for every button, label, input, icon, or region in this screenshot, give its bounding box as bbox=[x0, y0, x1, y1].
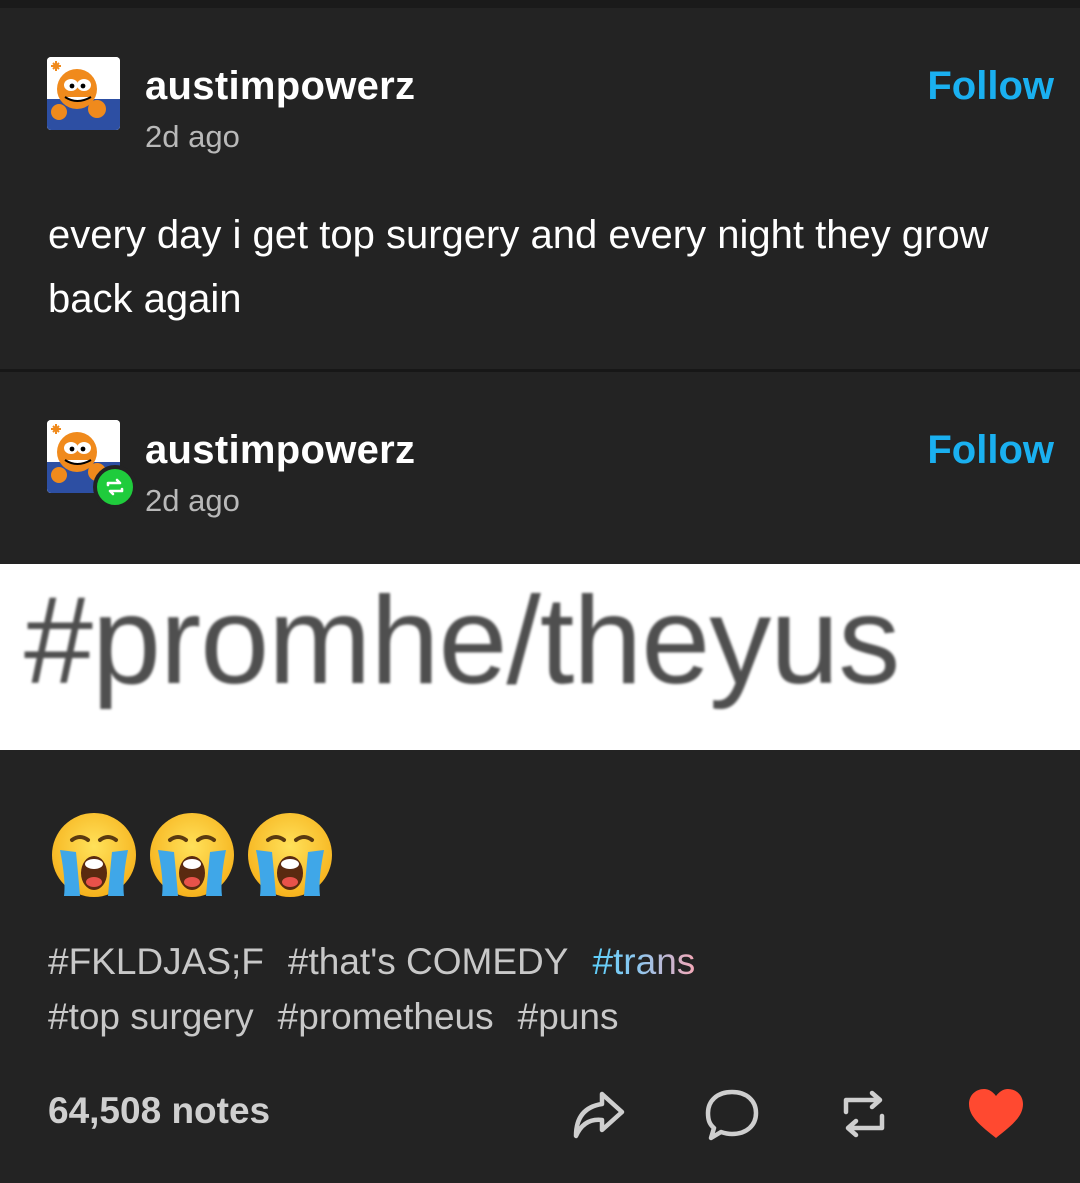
top-edge bbox=[0, 0, 1080, 8]
follow-button[interactable]: Follow bbox=[927, 64, 1054, 109]
original-post: austimpowerz 2d ago Follow every day i g… bbox=[0, 8, 1080, 370]
timestamp: 2d ago bbox=[145, 119, 240, 154]
post-divider bbox=[0, 369, 1080, 372]
username[interactable]: austimpowerz bbox=[145, 428, 415, 473]
share-icon[interactable] bbox=[566, 1084, 630, 1144]
tag[interactable]: #puns bbox=[518, 996, 619, 1037]
post-image[interactable]: #promhe/theyus bbox=[0, 564, 1080, 750]
reblog-badge-icon bbox=[93, 465, 137, 509]
tag-list: #FKLDJAS;F #that's COMEDY #trans #top surg… bbox=[48, 934, 1048, 1044]
emoji-row bbox=[50, 810, 334, 900]
tag[interactable]: #prometheus bbox=[278, 996, 494, 1037]
loudly-crying-face-icon bbox=[248, 813, 332, 897]
image-hashtag-text: #promhe/theyus bbox=[24, 572, 900, 710]
avatar[interactable] bbox=[47, 57, 120, 130]
post-body-text: every day i get top surgery and every ni… bbox=[48, 213, 989, 321]
timestamp: 2d ago bbox=[145, 483, 240, 518]
username[interactable]: austimpowerz bbox=[145, 64, 415, 109]
tag[interactable]: #top surgery bbox=[48, 996, 254, 1037]
tag[interactable]: #FKLDJAS;F bbox=[48, 941, 264, 982]
follow-button[interactable]: Follow bbox=[927, 428, 1054, 473]
reblog-icon[interactable] bbox=[832, 1084, 896, 1144]
tag[interactable]: #that's COMEDY bbox=[288, 941, 569, 982]
loudly-crying-face-icon bbox=[52, 813, 136, 897]
reply-icon[interactable] bbox=[700, 1084, 764, 1144]
tag-trans[interactable]: #trans bbox=[592, 941, 695, 982]
loudly-crying-face-icon bbox=[150, 813, 234, 897]
like-icon[interactable] bbox=[964, 1084, 1028, 1144]
notes-count[interactable]: 64,508 notes bbox=[48, 1090, 270, 1132]
